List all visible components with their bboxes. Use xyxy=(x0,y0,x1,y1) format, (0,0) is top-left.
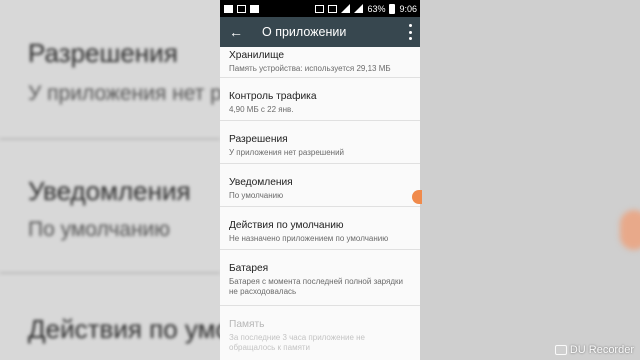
app-toolbar: ← О приложении xyxy=(220,17,420,47)
background-right-panel xyxy=(420,0,640,360)
battery-percent: 63% xyxy=(367,3,386,14)
list-item-data-usage[interactable]: Контроль трафика 4,90 МБ с 22 янв. xyxy=(220,78,420,121)
bg-notifications-title: Уведомления xyxy=(28,176,191,206)
list-item-permissions[interactable]: Разрешения У приложения нет разрешений xyxy=(220,121,420,164)
item-subtitle: У приложения нет разрешений xyxy=(229,148,344,157)
list-item-storage[interactable]: Хранилище Память устройства: используетс… xyxy=(220,47,420,78)
bg-default-actions-title: Действия по умолчанию xyxy=(28,314,220,344)
item-title: Разрешения xyxy=(229,134,288,145)
recorder-watermark: DU Recorder xyxy=(554,344,634,356)
item-subtitle: Память устройства: используется 29,13 МБ xyxy=(229,64,391,73)
item-title: Память xyxy=(229,319,265,330)
phone-screen: 63% 9:06 ← О приложении Хранилище Память… xyxy=(220,0,420,360)
floating-recorder-handle[interactable] xyxy=(412,190,422,204)
item-subtitle: По умолчанию xyxy=(229,191,284,200)
background-left-panel: Разрешения У приложения нет разрешений У… xyxy=(0,0,220,360)
item-subtitle: 4,90 МБ с 22 янв. xyxy=(229,105,294,114)
item-title: Уведомления xyxy=(229,177,293,188)
screenshot-icon xyxy=(328,4,338,13)
bg-divider xyxy=(0,272,220,274)
bg-permissions-title: Разрешения xyxy=(28,38,178,68)
settings-list: Хранилище Память устройства: используетс… xyxy=(220,47,420,356)
bg-blurred-accent xyxy=(620,210,640,250)
recorder-icon xyxy=(554,345,567,355)
status-bar: 63% 9:06 xyxy=(220,0,420,17)
watermark-text: DU Recorder xyxy=(569,344,634,356)
cast-icon xyxy=(315,4,325,13)
item-title: Контроль трафика xyxy=(229,91,317,102)
bg-permissions-subtitle: У приложения нет разрешений xyxy=(28,82,220,105)
list-item-battery[interactable]: Батарея Батарея с момента последней полн… xyxy=(220,250,420,306)
battery-icon xyxy=(389,3,396,14)
list-item-memory: Память За последние 3 часа приложение не… xyxy=(220,306,420,356)
video-icon xyxy=(224,4,233,13)
item-subtitle: За последние 3 часа приложение не обраща… xyxy=(229,333,366,352)
more-options-icon[interactable] xyxy=(406,24,414,40)
signal-icon xyxy=(341,4,351,13)
image-icon xyxy=(237,4,246,13)
page-title: О приложении xyxy=(262,25,347,39)
list-item-notifications[interactable]: Уведомления По умолчанию xyxy=(220,164,420,207)
item-title: Хранилище xyxy=(229,50,285,61)
clock: 9:06 xyxy=(399,3,417,14)
bg-divider xyxy=(0,138,220,140)
item-subtitle: Не назначено приложением по умолчанию xyxy=(229,234,389,243)
bg-notifications-subtitle: По умолчанию xyxy=(28,218,171,241)
item-title: Батарея xyxy=(229,263,269,274)
facebook-icon xyxy=(250,4,259,13)
item-subtitle: Батарея с момента последней полной заряд… xyxy=(229,277,404,296)
item-title: Действия по умолчанию xyxy=(229,220,344,231)
back-arrow-icon[interactable]: ← xyxy=(228,24,244,40)
list-item-default-actions[interactable]: Действия по умолчанию Не назначено прило… xyxy=(220,207,420,250)
signal-icon xyxy=(354,4,364,13)
